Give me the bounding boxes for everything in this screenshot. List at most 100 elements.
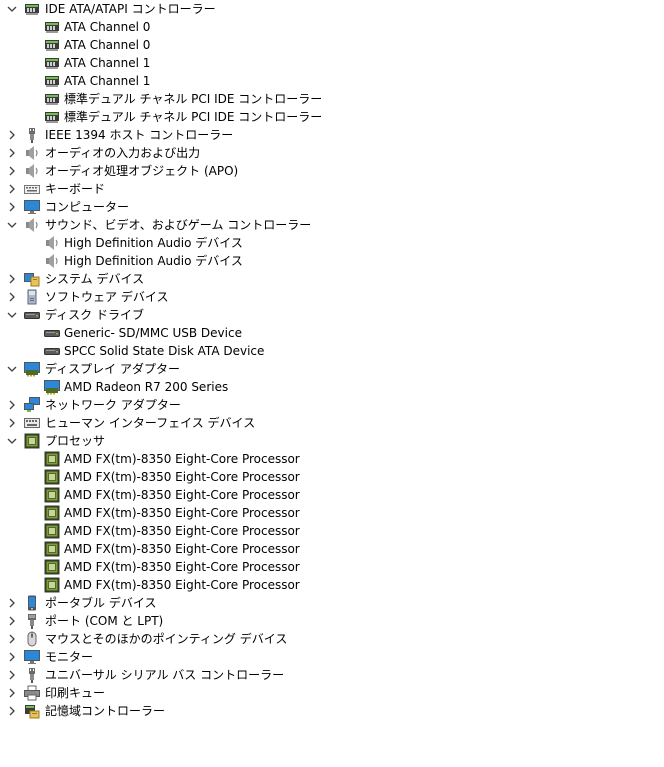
tree-device-item[interactable]: AMD FX(tm)-8350 Eight-Core Processor [0,504,664,522]
tree-category-category-8[interactable]: ソフトウェア デバイス [0,288,664,306]
chevron-right-icon[interactable] [4,198,20,216]
tree-device-item[interactable]: AMD FX(tm)-8350 Eight-Core Processor [0,576,664,594]
tree-device-item[interactable]: Generic- SD/MMC USB Device [0,324,664,342]
processor-icon [44,451,60,467]
ide-controller-icon [44,109,60,125]
tree-category-category-13[interactable]: プロセッサ [0,432,664,450]
system-folder-icon [24,271,40,287]
tree-category-category-4[interactable]: キーボード [0,180,664,198]
tree-category-category-7[interactable]: システム デバイス [0,270,664,288]
keyboard-icon [24,181,40,197]
usb-plug-icon [24,667,40,683]
device-tree: IDE ATA/ATAPI コントローラー ATA Channel 0 ATA Ch… [0,0,664,720]
chevron-right-icon[interactable] [4,180,20,198]
tree-category-apo[interactable]: オーディオ処理オブジェクト (APO) [0,162,664,180]
tree-category-label: ユニバーサル シリアル バス コントローラー [45,668,285,682]
tree-category-label: ソフトウェア デバイス [45,290,169,304]
chevron-right-icon[interactable] [4,594,20,612]
chevron-right-icon[interactable] [4,666,20,684]
chevron-right-icon[interactable] [4,288,20,306]
processor-icon [44,541,60,557]
processor-icon [44,559,60,575]
chevron-right-icon[interactable] [4,414,20,432]
tree-category-category-17[interactable]: モニター [0,648,664,666]
tree-device-item[interactable]: AMD FX(tm)-8350 Eight-Core Processor [0,558,664,576]
tree-category-label: オーディオの入力および出力 [45,146,201,160]
tree-device-item[interactable]: ATA Channel 1 [0,54,664,72]
processor-icon [44,505,60,521]
tree-device-item[interactable]: ATA Channel 1 [0,72,664,90]
tree-device-item[interactable]: AMD Radeon R7 200 Series [0,378,664,396]
tree-category-label: ディスク ドライブ [45,308,144,322]
printer-icon [24,685,40,701]
chevron-right-icon[interactable] [4,684,20,702]
tree-category-label: ヒューマン インターフェイス デバイス [45,416,256,430]
chevron-right-icon[interactable] [4,144,20,162]
tree-device-item[interactable]: 標準デュアル チャネル PCI IDE コントローラー [0,90,664,108]
processor-icon [44,577,60,593]
tree-device-item[interactable]: SPCC Solid State Disk ATA Device [0,342,664,360]
tree-device-item[interactable]: AMD FX(tm)-8350 Eight-Core Processor [0,540,664,558]
display-adapter-icon [44,379,60,395]
tree-device-item[interactable]: AMD FX(tm)-8350 Eight-Core Processor [0,522,664,540]
tree-device-label: AMD FX(tm)-8350 Eight-Core Processor [64,578,300,592]
tree-category-category-14[interactable]: ポータブル デバイス [0,594,664,612]
chevron-right-icon[interactable] [4,162,20,180]
tree-category-label: コンピューター [45,200,130,214]
disk-drive-icon [44,343,60,359]
tree-device-label: SPCC Solid State Disk ATA Device [64,344,265,358]
tree-device-item[interactable]: AMD FX(tm)-8350 Eight-Core Processor [0,486,664,504]
tree-category-category-16[interactable]: マウスとそのほかのポインティング デバイス [0,630,664,648]
tree-category-category-12[interactable]: ヒューマン インターフェイス デバイス [0,414,664,432]
tree-device-item[interactable]: High Definition Audio デバイス [0,234,664,252]
mouse-icon [24,631,40,647]
tree-category-category-5[interactable]: コンピューター [0,198,664,216]
tree-category-com-lpt[interactable]: ポート (COM と LPT) [0,612,664,630]
processor-icon [44,523,60,539]
tree-category-ide-ata-atapi[interactable]: IDE ATA/ATAPI コントローラー [0,0,664,18]
tree-device-item[interactable]: AMD FX(tm)-8350 Eight-Core Processor [0,468,664,486]
tree-category-label: キーボード [45,182,106,196]
tree-device-item[interactable]: ATA Channel 0 [0,36,664,54]
processor-icon [44,487,60,503]
chevron-right-icon[interactable] [4,702,20,720]
tree-device-item[interactable]: High Definition Audio デバイス [0,252,664,270]
chevron-down-icon[interactable] [4,432,20,450]
hid-icon [24,415,40,431]
chevron-right-icon[interactable] [4,126,20,144]
tree-category-label: マウスとそのほかのポインティング デバイス [45,632,288,646]
tree-device-item[interactable]: AMD FX(tm)-8350 Eight-Core Processor [0,450,664,468]
tree-category-category-10[interactable]: ディスプレイ アダプター [0,360,664,378]
chevron-right-icon[interactable] [4,630,20,648]
tree-category-category-2[interactable]: オーディオの入力および出力 [0,144,664,162]
tree-device-label: Generic- SD/MMC USB Device [64,326,242,340]
chevron-right-icon[interactable] [4,612,20,630]
tree-device-label: AMD FX(tm)-8350 Eight-Core Processor [64,506,300,520]
ide-controller-icon [24,1,40,17]
tree-category-label: モニター [45,650,94,664]
tree-device-item[interactable]: ATA Channel 0 [0,18,664,36]
tree-category-ieee-1394[interactable]: IEEE 1394 ホスト コントローラー [0,126,664,144]
tree-device-label: ATA Channel 0 [64,20,151,34]
tree-device-label: 標準デュアル チャネル PCI IDE コントローラー [64,110,323,124]
tree-category-category-19[interactable]: 印刷キュー [0,684,664,702]
chevron-down-icon[interactable] [4,216,20,234]
tree-category-label: IDE ATA/ATAPI コントローラー [45,2,216,16]
chevron-down-icon[interactable] [4,0,20,18]
chevron-right-icon[interactable] [4,648,20,666]
tree-category-category-20[interactable]: 記憶域コントローラー [0,702,664,720]
chevron-down-icon[interactable] [4,306,20,324]
ide-controller-icon [44,19,60,35]
chevron-right-icon[interactable] [4,396,20,414]
tree-category-category-18[interactable]: ユニバーサル シリアル バス コントローラー [0,666,664,684]
tree-category-label: ディスプレイ アダプター [45,362,180,376]
tree-category-category-11[interactable]: ネットワーク アダプター [0,396,664,414]
speaker-icon [44,235,60,251]
ide-controller-icon [44,73,60,89]
tree-category-category-6[interactable]: サウンド、ビデオ、およびゲーム コントローラー [0,216,664,234]
tree-device-label: AMD FX(tm)-8350 Eight-Core Processor [64,452,300,466]
chevron-down-icon[interactable] [4,360,20,378]
tree-category-category-9[interactable]: ディスク ドライブ [0,306,664,324]
tree-device-item[interactable]: 標準デュアル チャネル PCI IDE コントローラー [0,108,664,126]
chevron-right-icon[interactable] [4,270,20,288]
